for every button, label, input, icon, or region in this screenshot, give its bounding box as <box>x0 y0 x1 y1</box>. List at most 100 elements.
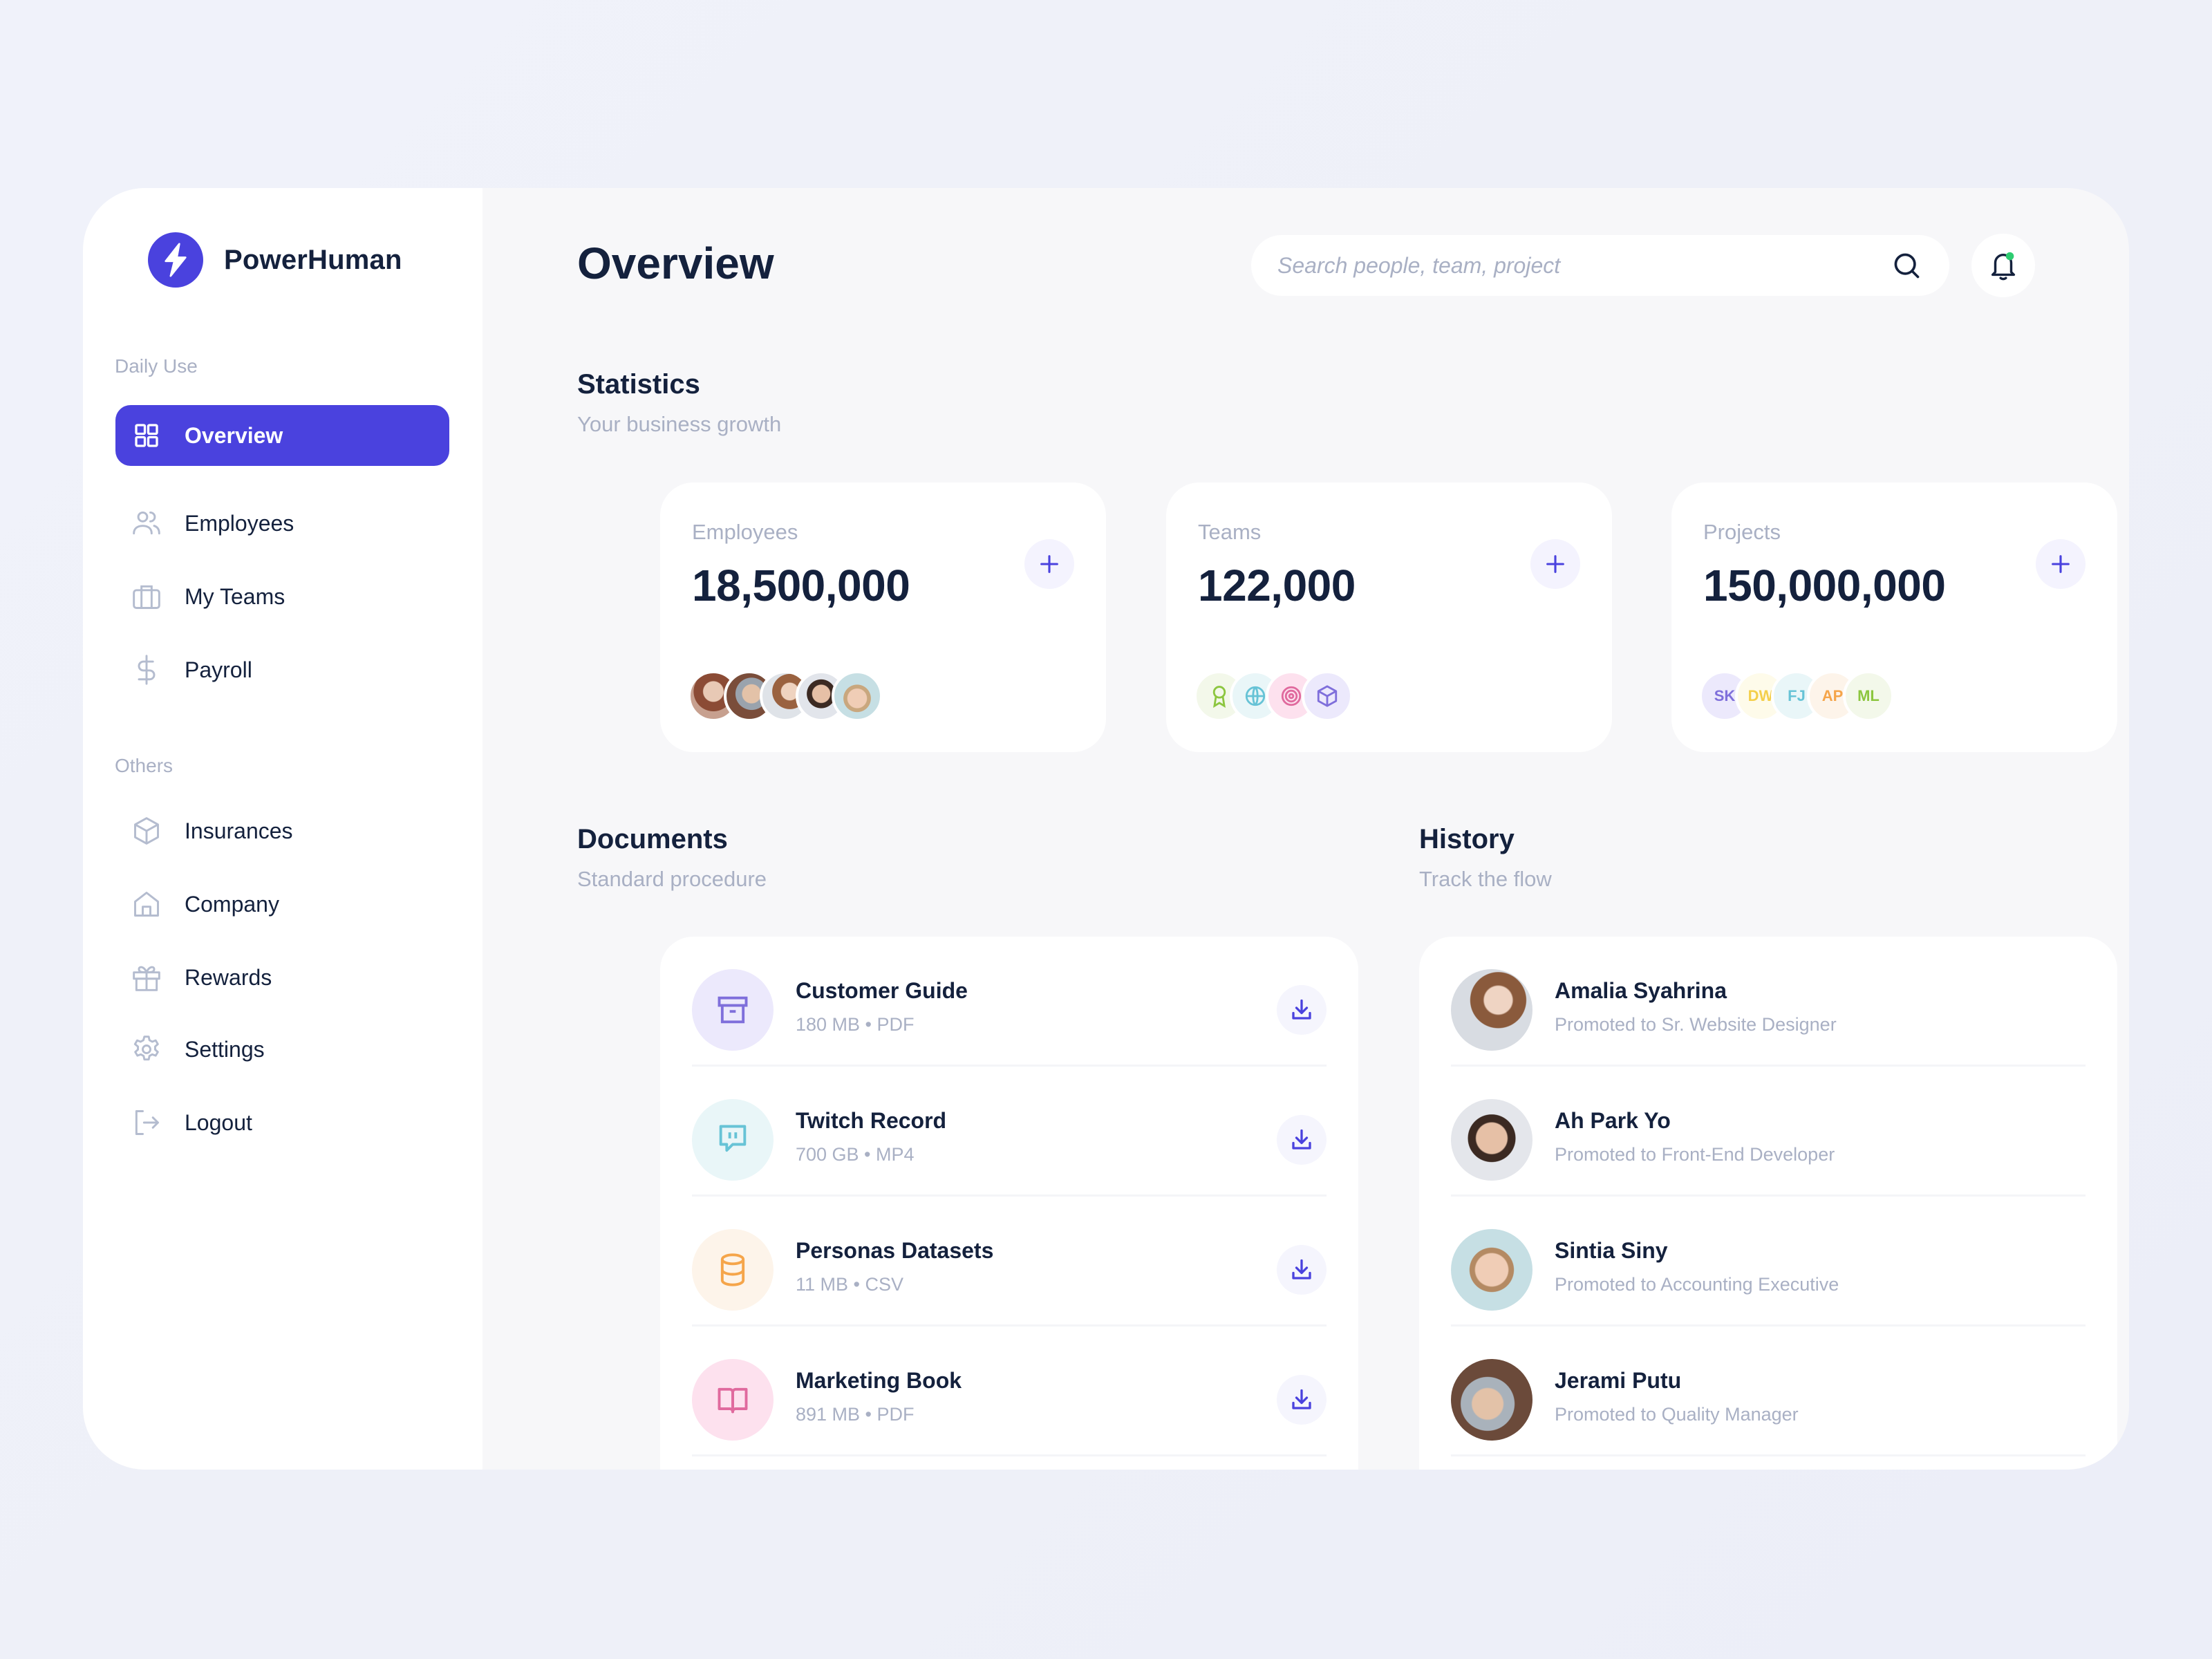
users-icon <box>131 507 162 539</box>
document-row[interactable]: Marketing Book 891 MB • PDF <box>692 1327 1327 1456</box>
document-name: Marketing Book <box>796 1368 962 1393</box>
brand-logo[interactable]: PowerHuman <box>148 232 402 288</box>
cube-icon[interactable] <box>1302 671 1353 722</box>
home-icon <box>131 888 162 920</box>
person-name: Amalia Syahrina <box>1555 978 1727 1003</box>
sidebar-item-label: Settings <box>185 1036 265 1062</box>
plus-icon <box>2052 555 2070 573</box>
sidebar-item-insurances[interactable]: Insurances <box>115 800 449 861</box>
stat-card-teams: Teams 122,000 <box>1166 482 1612 752</box>
sidebar-item-label: My Teams <box>185 583 285 609</box>
logout-icon <box>131 1107 162 1138</box>
sidebar-item-label: Payroll <box>185 657 252 682</box>
document-meta: 700 GB • MP4 <box>796 1144 915 1165</box>
stat-value: 122,000 <box>1198 561 1356 610</box>
notification-dot <box>2005 252 2014 261</box>
download-button[interactable] <box>1277 1375 1327 1425</box>
gear-icon <box>131 1033 162 1065</box>
brand-name: PowerHuman <box>224 244 402 275</box>
twitch-icon <box>692 1099 774 1181</box>
grid-icon <box>131 420 162 451</box>
person-name: Ah Park Yo <box>1555 1108 1671 1133</box>
sidebar-item-rewards[interactable]: Rewards <box>115 947 449 1008</box>
download-icon <box>1292 1389 1311 1409</box>
download-button[interactable] <box>1277 985 1327 1035</box>
history-list: Amalia Syahrina Promoted to Sr. Website … <box>1419 937 2117 1470</box>
lightning-icon <box>148 232 203 288</box>
documents-title: Documents <box>577 824 728 854</box>
history-row[interactable]: Jerami Putu Promoted to Quality Manager <box>1451 1327 2086 1456</box>
sidebar-item-label: Employees <box>185 510 294 536</box>
sidebar-item-employees[interactable]: Employees <box>115 493 449 554</box>
avatar <box>1451 1359 1533 1441</box>
download-icon <box>1292 999 1311 1020</box>
add-project-button[interactable] <box>2036 539 2086 589</box>
person-name: Jerami Putu <box>1555 1368 1682 1393</box>
document-row[interactable]: Customer Guide 180 MB • PDF <box>692 937 1327 1067</box>
download-icon <box>1292 1129 1311 1150</box>
stat-label: Teams <box>1198 520 1262 544</box>
briefcase-icon <box>131 581 162 612</box>
sidebar-item-overview[interactable]: Overview <box>115 405 449 466</box>
sidebar-item-settings[interactable]: Settings <box>115 1019 449 1080</box>
document-meta: 180 MB • PDF <box>796 1014 915 1035</box>
download-button[interactable] <box>1277 1115 1327 1165</box>
avatar <box>1451 1229 1533 1311</box>
stat-label: Projects <box>1703 520 1781 544</box>
sidebar-item-logout[interactable]: Logout <box>115 1092 449 1153</box>
employee-avatar-stack <box>688 671 883 722</box>
database-icon <box>692 1229 774 1311</box>
add-employee-button[interactable] <box>1024 539 1074 589</box>
sidebar-item-my-teams[interactable]: My Teams <box>115 566 449 627</box>
documents-list: Customer Guide 180 MB • PDF Twitch Recor… <box>660 937 1358 1470</box>
group-label-others: Others <box>115 755 174 776</box>
sidebar-item-label: Logout <box>185 1109 252 1135</box>
document-meta: 11 MB • CSV <box>796 1274 904 1295</box>
box-icon <box>131 815 162 847</box>
promotion-detail: Promoted to Front-End Developer <box>1555 1144 1835 1165</box>
document-name: Twitch Record <box>796 1108 947 1133</box>
gift-icon <box>131 962 162 993</box>
sidebar-item-label: Company <box>185 891 279 917</box>
stat-label: Employees <box>692 520 798 544</box>
sidebar: PowerHuman Daily Use Overview Employees … <box>83 188 482 1470</box>
app-window: PowerHuman Daily Use Overview Employees … <box>83 188 2129 1470</box>
stat-value: 18,500,000 <box>692 561 910 610</box>
document-row[interactable]: Personas Datasets 11 MB • CSV <box>692 1197 1327 1327</box>
team-icon-stack <box>1194 671 1353 722</box>
plus-icon <box>1546 555 1564 573</box>
search-input[interactable] <box>1277 252 1890 279</box>
avatar <box>1451 969 1533 1051</box>
avatar[interactable] <box>832 671 883 722</box>
stat-card-projects: Projects 150,000,000 SK DW FJ AP ML <box>1671 482 2117 752</box>
archive-icon <box>692 969 774 1051</box>
history-title: History <box>1419 824 1515 854</box>
book-icon <box>692 1359 774 1441</box>
statistics-subtitle: Your business growth <box>577 412 782 436</box>
document-meta: 891 MB • PDF <box>796 1404 915 1425</box>
promotion-detail: Promoted to Quality Manager <box>1555 1404 1799 1425</box>
main-content: Overview Statistics Your business growth… <box>482 188 2129 1470</box>
group-label-daily-use: Daily Use <box>115 355 198 377</box>
initials-badge[interactable]: ML <box>1843 671 1894 722</box>
history-row[interactable]: Ah Park Yo Promoted to Front-End Develop… <box>1451 1067 2086 1197</box>
sidebar-item-payroll[interactable]: Payroll <box>115 639 449 700</box>
sidebar-item-label: Overview <box>185 422 283 448</box>
avatar <box>1451 1099 1533 1181</box>
project-initials-stack: SK DW FJ AP ML <box>1699 671 1894 722</box>
history-row[interactable]: Sintia Siny Promoted to Accounting Execu… <box>1451 1197 2086 1327</box>
add-team-button[interactable] <box>1530 539 1580 589</box>
document-name: Customer Guide <box>796 978 968 1003</box>
dollar-icon <box>131 654 162 686</box>
history-row[interactable]: Amalia Syahrina Promoted to Sr. Website … <box>1451 937 2086 1067</box>
sidebar-item-label: Insurances <box>185 818 293 843</box>
download-button[interactable] <box>1277 1245 1327 1295</box>
search-bar <box>1251 235 1949 296</box>
document-row[interactable]: Twitch Record 700 GB • MP4 <box>692 1067 1327 1197</box>
sidebar-item-company[interactable]: Company <box>115 874 449 935</box>
notifications-button[interactable] <box>1971 234 2035 297</box>
search-icon[interactable] <box>1890 249 1923 282</box>
plus-icon <box>1040 555 1058 573</box>
promotion-detail: Promoted to Accounting Executive <box>1555 1274 1839 1295</box>
document-name: Personas Datasets <box>796 1238 994 1263</box>
